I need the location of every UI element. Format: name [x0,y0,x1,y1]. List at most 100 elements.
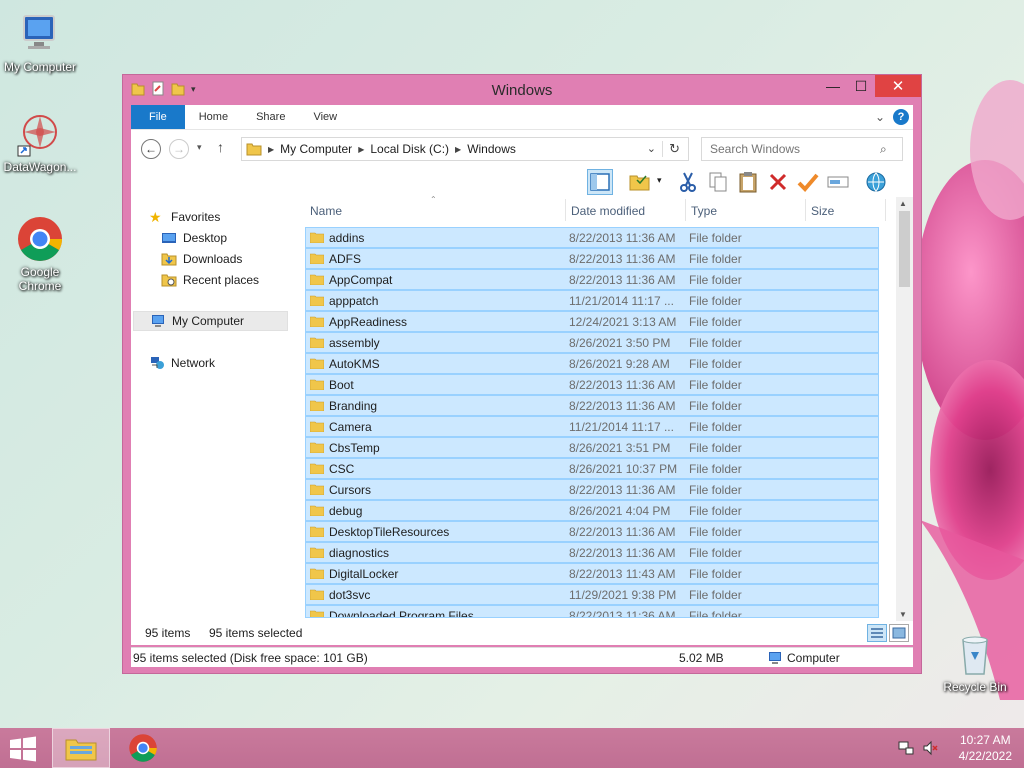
vertical-scrollbar[interactable]: ▲ ▼ [896,197,913,621]
expand-ribbon-icon[interactable]: ⌄ [875,110,885,124]
file-name: Cursors [329,483,372,497]
folder-icon [310,463,324,474]
file-explorer-icon [65,739,97,761]
taskbar-file-explorer[interactable] [52,728,110,768]
address-dropdown-icon[interactable]: ⌄ [647,142,656,155]
tab-home[interactable]: Home [185,105,242,129]
desktop-icon-datawagon[interactable]: DataWagon... [0,110,80,174]
paste-icon [739,172,757,193]
search-input[interactable] [710,142,880,156]
back-button[interactable]: ← [141,139,161,159]
file-row[interactable]: assembly 8/26/2021 3:50 PM File folder [305,332,879,353]
explorer-window[interactable]: ▾ Windows — ☐ ✕ File Home Share View ⌄ ?… [122,74,922,674]
paste-button[interactable] [735,169,761,195]
network-tray-icon[interactable] [898,740,914,756]
close-button[interactable]: ✕ [875,75,921,97]
minimize-button[interactable]: — [819,75,847,97]
title-bar[interactable]: ▾ Windows — ☐ ✕ [123,75,921,105]
column-header-date[interactable]: Date modified [571,204,645,218]
breadcrumb-my-computer[interactable]: My Computer [280,142,352,156]
file-name: debug [329,504,363,518]
large-icons-view-button[interactable] [889,624,909,642]
file-row[interactable]: Camera 11/21/2014 11:17 ... File folder [305,416,879,437]
file-row[interactable]: DigitalLocker 8/22/2013 11:43 AM File fold… [305,563,879,584]
folder-icon [310,316,324,327]
file-row[interactable]: diagnostics 8/22/2013 11:36 AM File folder [305,542,879,563]
help-icon[interactable]: ? [893,109,909,125]
breadcrumb-windows[interactable]: Windows [467,142,516,156]
rename-button[interactable] [795,169,821,195]
scroll-up-icon[interactable]: ▲ [899,199,907,208]
refresh-icon[interactable]: ↻ [662,141,680,157]
clock-time: 10:27 AM [959,733,1011,747]
file-row[interactable]: Downloaded Program Files 8/22/2013 11:36 … [305,605,879,618]
search-box[interactable]: ⌕ [701,137,903,161]
tab-share[interactable]: Share [242,105,299,129]
taskbar-google-chrome[interactable] [114,728,172,768]
up-button[interactable]: ↑ [217,139,224,155]
file-type: File folder [689,336,742,350]
folder-icon [310,484,324,495]
preview-pane-button[interactable] [587,169,613,195]
file-row[interactable]: DesktopTileResources 8/22/2013 11:36 AM Fi… [305,521,879,542]
view-dropdown-icon[interactable]: ▾ [657,175,662,186]
select-button[interactable] [825,169,851,195]
column-header-name[interactable]: Name [310,204,342,218]
desktop-icon-google-chrome[interactable]: Google Chrome [0,215,80,293]
file-row[interactable]: CbsTemp 8/26/2021 3:51 PM File folder [305,437,879,458]
file-row[interactable]: apppatch 11/21/2014 11:17 ... File folder [305,290,879,311]
folder-icon [310,526,324,537]
file-name: CSC [329,462,355,476]
ribbon-tabs: File Home Share View ⌄ ? [131,105,913,129]
file-type: File folder [689,420,742,434]
tab-view[interactable]: View [299,105,351,129]
recent-locations-icon[interactable]: ▾ [197,142,202,153]
file-date: 8/26/2021 4:04 PM [569,504,671,518]
address-bar[interactable]: ▶ My Computer ▶ Local Disk (C:) ▶ Window… [241,137,689,161]
file-name: Downloaded Program Files [329,609,474,618]
volume-muted-icon[interactable] [922,740,938,756]
start-button[interactable] [8,736,38,762]
file-row[interactable]: debug 8/26/2021 4:04 PM File folder [305,500,879,521]
file-row[interactable]: AppReadiness 12/24/2021 3:13 AM File folde… [305,311,879,332]
copy-button[interactable] [705,169,731,195]
desktop-icon-recycle-bin[interactable]: Recycle Bin [935,630,1015,694]
file-row[interactable]: AppCompat 8/22/2013 11:36 AM File folder [305,269,879,290]
nav-downloads[interactable]: Downloads [161,249,242,269]
search-icon[interactable]: ⌕ [880,142,887,157]
nav-desktop[interactable]: Desktop [161,228,227,248]
file-row[interactable]: AutoKMS 8/26/2021 9:28 AM File folder [305,353,879,374]
forward-button[interactable]: → [169,139,189,159]
scrollbar-thumb[interactable] [899,211,910,287]
nav-recent-places[interactable]: Recent places [161,270,259,290]
folder-icon [310,295,324,306]
details-view-button[interactable] [867,624,887,642]
file-row[interactable]: Boot 8/22/2013 11:36 AM File folder [305,374,879,395]
file-row[interactable]: ADFS 8/22/2013 11:36 AM File folder [305,248,879,269]
properties-folder-button[interactable] [627,169,653,195]
delete-icon [769,173,787,191]
desktop-icon-my-computer[interactable]: My Computer [0,10,80,74]
column-header-type[interactable]: Type [691,204,717,218]
globe-button[interactable] [863,169,889,195]
nav-network[interactable]: Network [149,353,215,373]
cut-button[interactable] [675,169,701,195]
file-row[interactable]: addins 8/22/2013 11:36 AM File folder [305,227,879,248]
file-list-pane: ⌃ Name Date modified Type Size addins 8/2… [305,195,913,621]
chrome-icon [16,215,64,263]
file-type: File folder [689,294,742,308]
file-row[interactable]: CSC 8/26/2021 10:37 PM File folder [305,458,879,479]
breadcrumb-local-disk[interactable]: Local Disk (C:) [370,142,449,156]
delete-button[interactable] [765,169,791,195]
tab-file[interactable]: File [131,105,185,129]
scroll-down-icon[interactable]: ▼ [899,610,907,619]
nav-my-computer[interactable]: My Computer [133,311,288,331]
nav-favorites[interactable]: ★ Favorites [149,207,220,227]
taskbar-clock[interactable]: 10:27 AM 4/22/2022 [959,732,1012,764]
column-header-size[interactable]: Size [811,204,834,218]
file-row[interactable]: dot3svc 11/29/2021 9:38 PM File folder [305,584,879,605]
maximize-button[interactable]: ☐ [847,75,875,97]
file-row[interactable]: Branding 8/22/2013 11:36 AM File folder [305,395,879,416]
file-row[interactable]: Cursors 8/22/2013 11:36 AM File folder [305,479,879,500]
file-date: 8/22/2013 11:36 AM [569,609,676,618]
